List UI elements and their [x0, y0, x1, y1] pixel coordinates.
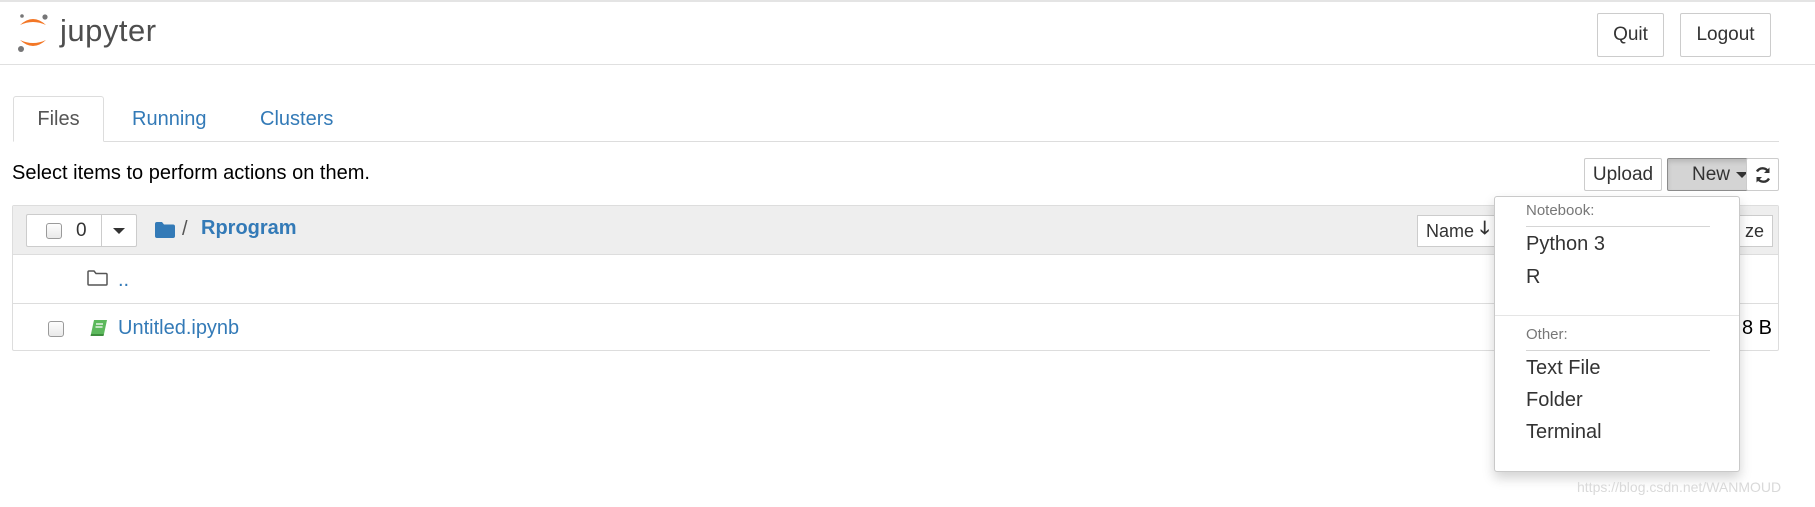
- menu-header-other: Other:: [1526, 326, 1568, 343]
- selected-count: 0: [76, 220, 87, 241]
- menu-header-rule: [1526, 226, 1710, 227]
- breadcrumb-current-dir[interactable]: Rprogram: [201, 217, 297, 240]
- menu-header-notebook: Notebook:: [1526, 202, 1595, 219]
- sort-down-arrow-icon: 🡓: [1480, 218, 1490, 238]
- file-checkbox[interactable]: [48, 321, 64, 337]
- menu-item-folder[interactable]: Folder: [1526, 389, 1583, 412]
- jupyter-logo-icon: [18, 14, 48, 52]
- refresh-button[interactable]: [1746, 158, 1779, 191]
- file-size: 8 B: [1742, 317, 1773, 339]
- menu-item-text-file[interactable]: Text File: [1526, 357, 1600, 380]
- menu-divider: [1495, 315, 1739, 316]
- new-button-label: New: [1691, 163, 1730, 185]
- parent-dir-link[interactable]: ..: [118, 269, 129, 292]
- folder-open-icon: [87, 270, 108, 286]
- new-dropdown-menu: Notebook: Python 3 R Other: Text File Fo…: [1494, 196, 1740, 472]
- select-all-box[interactable]: 0: [26, 214, 102, 247]
- logo-text: jupyter: [60, 13, 157, 48]
- tab-files[interactable]: Files: [13, 96, 104, 142]
- menu-item-r[interactable]: R: [1526, 266, 1540, 289]
- upload-button[interactable]: Upload: [1584, 158, 1662, 191]
- folder-icon[interactable]: [155, 222, 175, 238]
- menu-item-python3[interactable]: Python 3: [1526, 233, 1605, 256]
- tab-clusters[interactable]: Clusters: [236, 96, 357, 142]
- header: jupyter Quit Logout: [0, 0, 1815, 65]
- menu-header-rule: [1526, 350, 1710, 351]
- notebook-icon: [90, 320, 107, 336]
- file-name-link[interactable]: Untitled.ipynb: [118, 317, 239, 340]
- watermark-text: https://blog.csdn.net/WANMOUD: [1577, 479, 1782, 495]
- tab-running[interactable]: Running: [108, 96, 231, 142]
- select-dropdown-button[interactable]: [101, 214, 137, 247]
- refresh-icon: [1755, 166, 1770, 183]
- breadcrumb-separator: /: [182, 218, 188, 240]
- menu-item-terminal[interactable]: Terminal: [1526, 421, 1602, 444]
- selection-message: Select items to perform actions on them.: [12, 162, 370, 184]
- sort-name-label: Name: [1426, 220, 1475, 241]
- caret-down-icon: [113, 228, 125, 234]
- logout-button[interactable]: Logout: [1680, 13, 1771, 57]
- select-all-checkbox[interactable]: [46, 223, 62, 239]
- quit-button[interactable]: Quit: [1597, 13, 1664, 57]
